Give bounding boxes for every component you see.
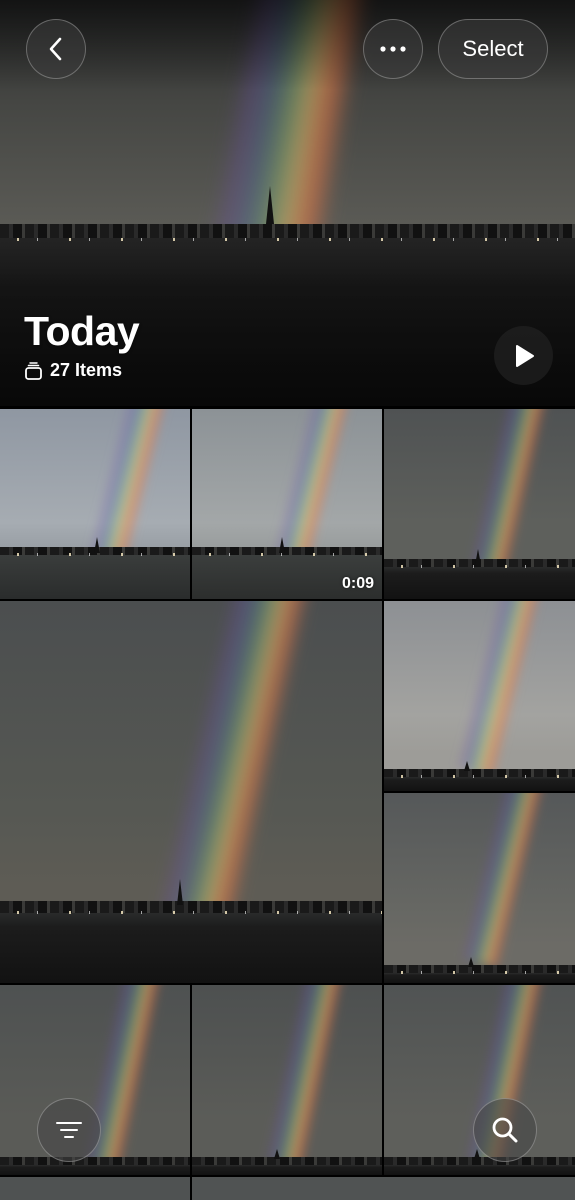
video-duration: 0:09 [341, 575, 374, 592]
play-slideshow-button[interactable] [494, 326, 553, 385]
photo-thumbnail[interactable] [0, 1177, 190, 1200]
photo-thumbnail[interactable] [384, 601, 575, 791]
ellipsis-icon [380, 46, 406, 52]
play-icon [515, 344, 534, 367]
photo-thumbnail-large[interactable] [0, 601, 382, 983]
chevron-left-icon [49, 37, 62, 61]
search-button[interactable] [473, 1098, 537, 1162]
back-button[interactable] [26, 19, 86, 79]
filter-lines-icon [56, 1122, 82, 1138]
photo-thumbnail[interactable] [384, 793, 575, 983]
photo-thumbnail[interactable] [192, 1177, 575, 1200]
magnifier-icon [492, 1117, 518, 1143]
item-count-row: 27 Items [25, 360, 122, 381]
more-options-button[interactable] [363, 19, 423, 79]
item-count-label: 27 Items [50, 360, 123, 380]
video-thumbnail[interactable]: 0:09 [192, 409, 382, 599]
hero-church-spire [266, 186, 274, 224]
photo-thumbnail[interactable] [192, 985, 382, 1175]
photo-thumbnail[interactable] [0, 409, 190, 599]
filter-button[interactable] [37, 1098, 101, 1162]
hero-town-lights [0, 238, 575, 241]
page-title: Today [24, 308, 140, 354]
select-button[interactable]: Select [438, 19, 548, 79]
stack-icon [25, 361, 42, 380]
photo-thumbnail[interactable] [384, 409, 575, 599]
